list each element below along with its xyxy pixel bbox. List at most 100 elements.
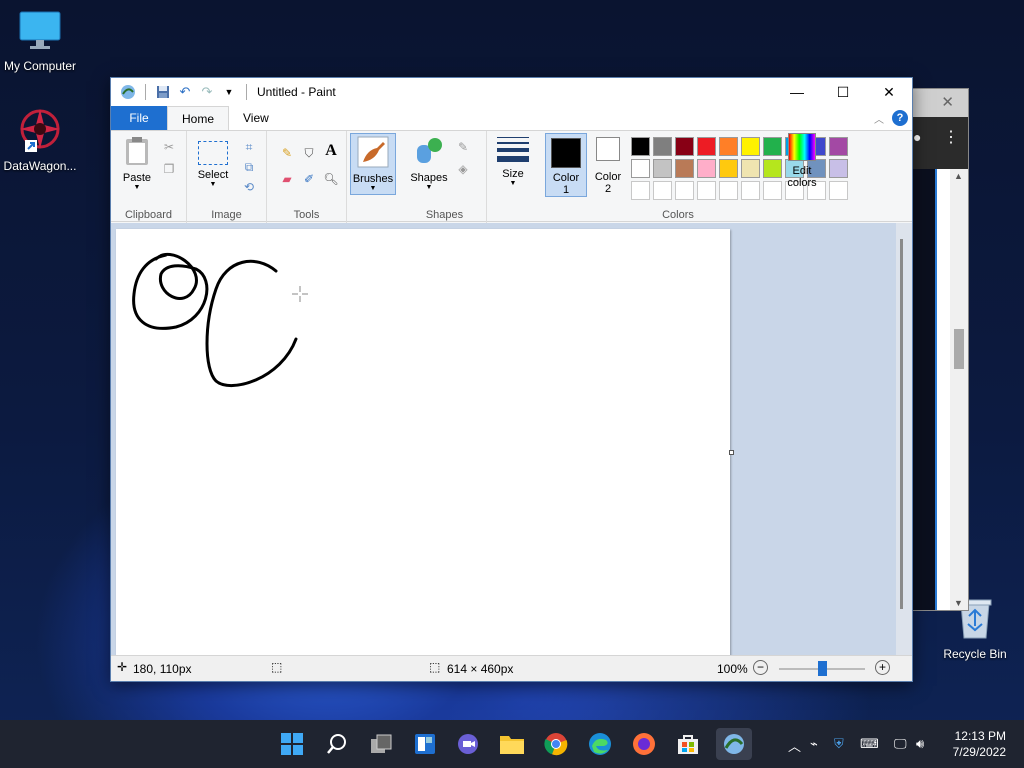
tab-home[interactable]: Home bbox=[167, 106, 230, 130]
color-swatch[interactable] bbox=[697, 181, 716, 200]
more-options-icon[interactable]: ⋮ bbox=[943, 127, 959, 147]
start-button[interactable] bbox=[276, 728, 308, 760]
save-icon[interactable] bbox=[154, 83, 172, 101]
keyboard-icon[interactable]: ⌨ bbox=[860, 736, 879, 752]
file-explorer-button[interactable] bbox=[496, 728, 528, 760]
color-swatch[interactable] bbox=[631, 159, 650, 178]
color-swatch[interactable] bbox=[829, 137, 848, 156]
color-swatch[interactable] bbox=[631, 137, 650, 156]
zoom-in-button[interactable]: + bbox=[875, 660, 890, 675]
canvas-resize-handle[interactable] bbox=[729, 450, 734, 455]
scrollbar-thumb[interactable] bbox=[954, 329, 964, 369]
fill-icon[interactable]: ⛉ bbox=[301, 145, 317, 161]
edge-icon bbox=[589, 733, 611, 755]
chevron-down-icon: ▼ bbox=[209, 181, 217, 188]
scroll-up-icon[interactable]: ▲ bbox=[954, 171, 963, 181]
help-icon[interactable]: ? bbox=[892, 110, 908, 126]
magnifier-icon[interactable]: 🔍︎ bbox=[323, 171, 339, 187]
firefox-button[interactable] bbox=[628, 728, 660, 760]
resize-icon[interactable]: ⧉ bbox=[241, 159, 257, 175]
color-swatch[interactable] bbox=[829, 159, 848, 178]
colors-group: Color 1 Color 2 Edit colors Colors bbox=[543, 131, 893, 223]
chrome-button[interactable] bbox=[540, 728, 572, 760]
color1-button[interactable]: Color 1 bbox=[545, 133, 587, 197]
cut-icon[interactable]: ✂ bbox=[161, 139, 177, 155]
widgets-button[interactable] bbox=[409, 728, 441, 760]
customize-quick-access-icon[interactable]: ▼ bbox=[220, 83, 238, 101]
paint-window[interactable]: ↶ ↷ ▼ Untitled - Paint — ☐ ✕ File Home V… bbox=[110, 77, 913, 682]
maximize-button[interactable]: ☐ bbox=[820, 78, 866, 106]
color-picker-icon[interactable]: ✐ bbox=[301, 171, 317, 187]
background-window-scrollbar[interactable]: ▲ ▼ bbox=[950, 169, 968, 610]
zoom-out-button[interactable]: − bbox=[753, 660, 768, 675]
vertical-scrollbar[interactable] bbox=[896, 223, 912, 656]
outline-icon[interactable]: ✎ bbox=[455, 139, 471, 155]
paint-app-icon[interactable] bbox=[119, 83, 137, 101]
eraser-icon[interactable]: ▰ bbox=[279, 171, 295, 187]
desktop-icon-datawagon[interactable]: DataWagon... bbox=[0, 106, 80, 173]
size-button[interactable]: Size ▼ bbox=[495, 137, 531, 187]
network-icon[interactable]: ⌁ bbox=[810, 736, 818, 752]
store-button[interactable] bbox=[672, 728, 704, 760]
fill-shape-icon[interactable]: ◈ bbox=[455, 161, 471, 177]
edge-button[interactable] bbox=[584, 728, 616, 760]
zoom-slider-thumb[interactable] bbox=[818, 661, 827, 676]
show-hidden-icons-icon[interactable]: ︿ bbox=[788, 736, 801, 755]
tab-file[interactable]: File bbox=[111, 106, 167, 130]
tab-view[interactable]: View bbox=[229, 106, 283, 130]
paste-button[interactable]: Paste ▼ bbox=[119, 135, 155, 191]
rotate-icon[interactable]: ⟲ bbox=[241, 179, 257, 195]
drawing-canvas[interactable] bbox=[116, 229, 730, 656]
title-bar[interactable]: ↶ ↷ ▼ Untitled - Paint — ☐ ✕ bbox=[111, 78, 912, 106]
color-swatch[interactable] bbox=[719, 181, 738, 200]
color-swatch[interactable] bbox=[653, 137, 672, 156]
background-window[interactable]: ✕ ● ⋮ ▲ ▼ bbox=[912, 88, 969, 611]
color-swatch[interactable] bbox=[653, 159, 672, 178]
zoom-slider[interactable] bbox=[779, 661, 865, 676]
edit-colors-button[interactable]: Edit colors bbox=[779, 133, 825, 189]
color-swatch[interactable] bbox=[741, 159, 760, 178]
scrollbar-thumb[interactable] bbox=[900, 239, 903, 609]
paint-taskbar-button[interactable] bbox=[716, 728, 752, 760]
color-swatch[interactable] bbox=[829, 181, 848, 200]
size-group: Size ▼ bbox=[487, 131, 543, 223]
shapes-button[interactable]: Shapes ▼ bbox=[407, 135, 451, 191]
display-icon[interactable]: 🖵︎ bbox=[894, 736, 907, 752]
undo-icon[interactable]: ↶ bbox=[176, 83, 194, 101]
close-button[interactable]: ✕ bbox=[866, 78, 912, 106]
desktop-icon-my-computer[interactable]: My Computer bbox=[0, 10, 80, 73]
user-icon[interactable]: ● bbox=[913, 129, 921, 145]
select-button[interactable]: Select ▼ bbox=[193, 135, 233, 188]
color-swatch[interactable] bbox=[719, 137, 738, 156]
color-swatch[interactable] bbox=[741, 137, 760, 156]
chat-button[interactable] bbox=[452, 728, 484, 760]
security-icon[interactable]: ⛨ bbox=[834, 736, 844, 752]
color-swatch[interactable] bbox=[697, 137, 716, 156]
redo-icon[interactable]: ↷ bbox=[198, 83, 216, 101]
color1-swatch bbox=[551, 138, 581, 168]
minimize-button[interactable]: — bbox=[774, 78, 820, 106]
color-swatch[interactable] bbox=[675, 159, 694, 178]
brushes-button[interactable]: Brushes ▼ bbox=[350, 133, 396, 195]
shapes-label: Shapes bbox=[410, 172, 448, 184]
color-swatch[interactable] bbox=[675, 181, 694, 200]
color-swatch[interactable] bbox=[719, 159, 738, 178]
color-swatch[interactable] bbox=[631, 181, 650, 200]
color-swatch[interactable] bbox=[697, 159, 716, 178]
task-view-button[interactable] bbox=[365, 728, 397, 760]
folder-icon bbox=[500, 736, 524, 754]
color-swatch[interactable] bbox=[653, 181, 672, 200]
crop-icon[interactable]: ⌗ bbox=[241, 139, 257, 155]
color2-button[interactable]: Color 2 bbox=[589, 137, 627, 195]
search-button[interactable] bbox=[321, 728, 353, 760]
volume-icon[interactable]: 🔊︎ bbox=[916, 736, 924, 752]
close-icon[interactable]: ✕ bbox=[941, 93, 954, 111]
scroll-down-icon[interactable]: ▼ bbox=[954, 598, 963, 608]
color-swatch[interactable] bbox=[741, 181, 760, 200]
minimize-ribbon-icon[interactable]: ︿ bbox=[874, 111, 884, 126]
color-swatch[interactable] bbox=[675, 137, 694, 156]
copy-icon[interactable]: ❐ bbox=[161, 161, 177, 177]
clock[interactable]: 12:13 PM 7/29/2022 bbox=[953, 728, 1006, 760]
text-icon[interactable]: A bbox=[323, 142, 339, 159]
pencil-icon[interactable]: ✎ bbox=[279, 145, 295, 161]
